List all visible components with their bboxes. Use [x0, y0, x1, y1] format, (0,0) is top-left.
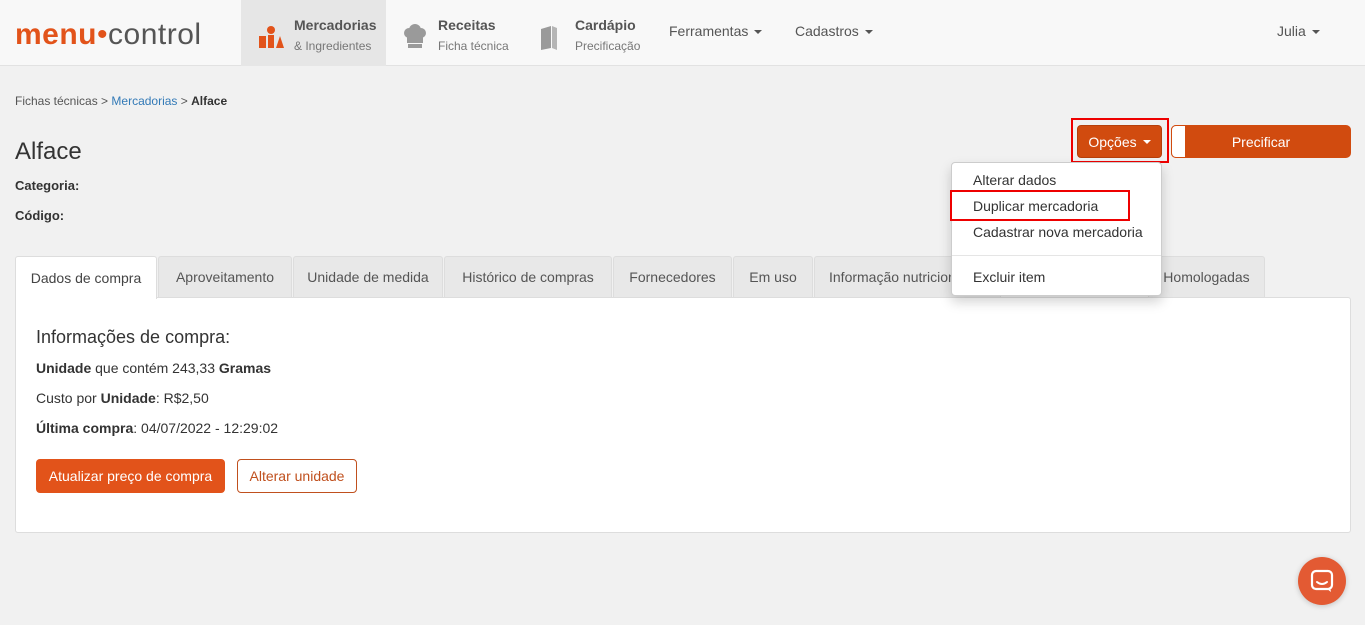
tab-fornecedores[interactable]: Fornecedores: [613, 256, 732, 297]
unidade-unit: Gramas: [218, 360, 272, 376]
nav-cadastros-dropdown[interactable]: Cadastros: [795, 23, 873, 39]
breadcrumb: Fichas técnicas > Mercadorias > Alface: [15, 94, 227, 108]
user-menu-dropdown[interactable]: Julia: [1277, 23, 1320, 39]
opcoes-button[interactable]: Opções: [1077, 125, 1162, 158]
top-navbar: menu•control Mercadorias & Ingredientes …: [0, 0, 1365, 66]
codigo-label: Código:: [15, 208, 65, 223]
tab-label: Unidade de medida: [307, 269, 429, 285]
nav-receitas[interactable]: Receitas Ficha técnica: [400, 0, 520, 66]
tab-historico-de-compras[interactable]: Histórico de compras: [444, 256, 612, 297]
tab-em-uso[interactable]: Em uso: [733, 256, 813, 297]
logo-dot: •: [97, 18, 109, 51]
tab-label: Aproveitamento: [175, 269, 275, 285]
chat-launcher-button[interactable]: [1298, 557, 1346, 605]
menu-item-alterar-dados[interactable]: Alterar dados: [973, 172, 1056, 188]
nav-receitas-sub: Ficha técnica: [438, 39, 509, 53]
caret-down-icon: [754, 30, 763, 35]
ultima-compra-label: Última compra: [36, 420, 134, 436]
custo-prefix: Custo por: [36, 390, 101, 406]
logo-control-text: control: [108, 18, 202, 51]
ingredients-icon: [259, 26, 284, 48]
caret-down-icon: [864, 30, 873, 35]
breadcrumb-root[interactable]: Fichas técnicas: [15, 94, 98, 108]
caret-down-icon: [1311, 30, 1320, 35]
tab-label: Em uso: [749, 269, 797, 285]
precificar-button[interactable]: Precificar: [1171, 125, 1351, 158]
brand-logo[interactable]: menu•control: [15, 17, 202, 53]
custo-label: Unidade: [100, 390, 156, 406]
breadcrumb-separator: >: [101, 94, 109, 108]
nav-mercadorias-title: Mercadorias: [294, 17, 377, 33]
nav-cardapio[interactable]: Cardápio Precificação: [537, 0, 657, 66]
ultima-compra-line: Última compra: 04/07/2022 - 12:29:02: [36, 420, 278, 436]
nav-cadastros-label: Cadastros: [795, 23, 859, 39]
nav-cardapio-sub: Precificação: [575, 39, 641, 53]
menu-book-icon: [541, 26, 557, 50]
tab-label: Informação nutricional: [829, 269, 967, 285]
precificar-toggle-edge: [1171, 125, 1186, 158]
unidade-line: Unidade que contém 243,33 Gramas: [36, 360, 271, 376]
breadcrumb-link-mercadorias[interactable]: Mercadorias: [111, 94, 177, 108]
nav-mercadorias[interactable]: Mercadorias & Ingredientes: [241, 0, 386, 66]
nav-ferramentas-dropdown[interactable]: Ferramentas: [669, 23, 763, 39]
chef-hat-icon: [404, 24, 426, 48]
breadcrumb-current: Alface: [191, 94, 228, 108]
unidade-text: que contém 243,33: [91, 360, 219, 376]
nav-ferramentas-label: Ferramentas: [669, 23, 749, 39]
compra-panel: Informações de compra: Unidade que conté…: [15, 297, 1351, 533]
alterar-unidade-label: Alterar unidade: [249, 468, 345, 484]
tab-label: Homologadas: [1163, 269, 1250, 285]
categoria-label: Categoria:: [15, 178, 80, 193]
atualizar-preco-label: Atualizar preço de compra: [48, 468, 213, 484]
tab-aproveitamento[interactable]: Aproveitamento: [158, 256, 292, 297]
compra-section-title: Informações de compra:: [36, 327, 231, 347]
logo-menu-text: menu: [15, 18, 98, 51]
custo-line: Custo por Unidade: R$2,50: [36, 390, 209, 406]
chat-icon: [1310, 569, 1334, 592]
opcoes-dropdown-menu: Alterar dados Duplicar mercadoria Cadast…: [951, 162, 1162, 296]
tab-label: Histórico de compras: [462, 269, 594, 285]
menu-item-cadastrar-nova-mercadoria[interactable]: Cadastrar nova mercadoria: [973, 224, 1143, 240]
alterar-unidade-button[interactable]: Alterar unidade: [237, 459, 357, 493]
tab-unidade-de-medida[interactable]: Unidade de medida: [293, 256, 443, 297]
nav-receitas-title: Receitas: [438, 17, 496, 33]
menu-divider: [952, 255, 1161, 256]
tab-homologadas[interactable]: Homologadas: [1148, 256, 1265, 297]
menu-item-excluir-item[interactable]: Excluir item: [973, 269, 1045, 285]
nav-cardapio-title: Cardápio: [575, 17, 636, 33]
page-title: Alface: [15, 138, 82, 165]
tab-label: Dados de compra: [30, 270, 142, 286]
unidade-label: Unidade: [36, 360, 92, 376]
custo-value: : R$2,50: [155, 390, 209, 406]
highlight-frame-duplicar: [950, 190, 1130, 221]
ultima-compra-value: : 04/07/2022 - 12:29:02: [133, 420, 279, 436]
precificar-label: Precificar: [1231, 133, 1291, 150]
atualizar-preco-button[interactable]: Atualizar preço de compra: [36, 459, 225, 493]
tab-label: Fornecedores: [629, 269, 716, 285]
user-name: Julia: [1277, 23, 1306, 39]
opcoes-label: Opções: [1088, 133, 1137, 150]
nav-mercadorias-sub: & Ingredientes: [294, 39, 372, 53]
caret-down-icon: [1142, 139, 1151, 144]
tab-dados-de-compra[interactable]: Dados de compra: [15, 256, 157, 299]
breadcrumb-separator: >: [180, 94, 188, 108]
